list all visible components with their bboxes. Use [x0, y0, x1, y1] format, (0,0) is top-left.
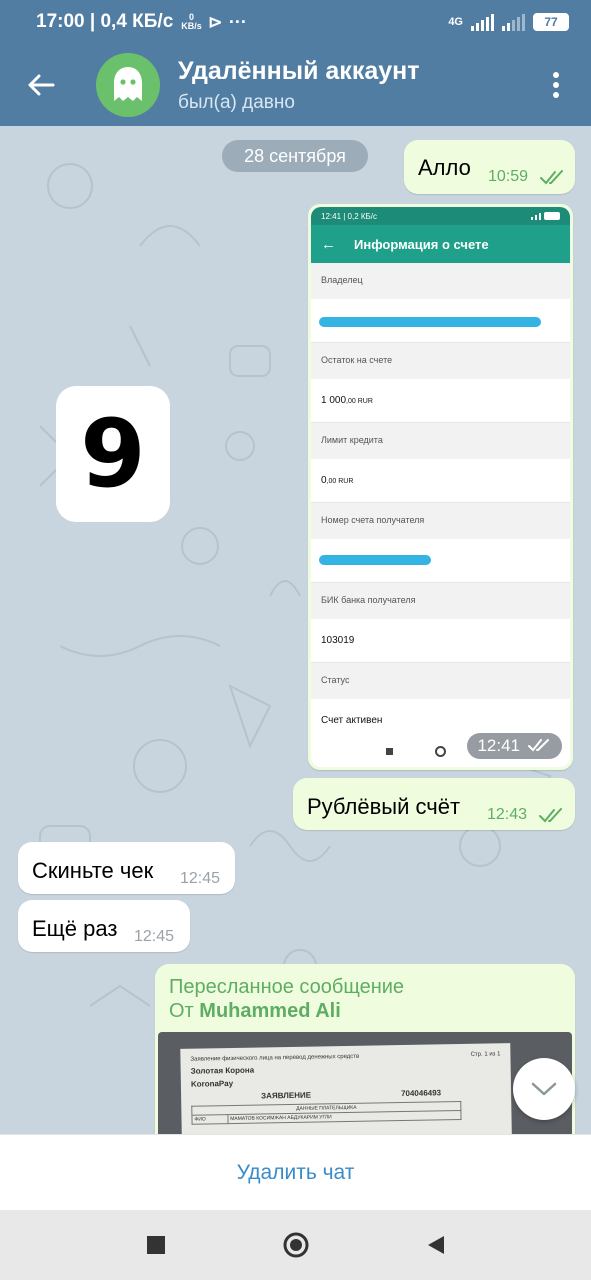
ghost-icon: [114, 67, 142, 101]
receipt-photo[interactable]: Заявление физического лица на перевод де…: [158, 1032, 572, 1134]
network-type: 4G: [448, 16, 463, 28]
doc-title: ЗАЯВЛЕНИЕ: [261, 1090, 312, 1101]
doc-number: 704046493: [400, 1088, 442, 1099]
last-seen: был(а) давно: [178, 91, 295, 113]
shot-status-time: 12:41 | 0,2 КБ/с: [321, 211, 378, 221]
read-checks-icon: [539, 808, 562, 823]
doc-brand2: KoronaPay: [190, 1078, 234, 1089]
forwarded-from: От Muhammed Ali: [169, 1000, 341, 1023]
message-in[interactable]: Скиньте чек 12:45: [18, 842, 235, 894]
field-label-status: Статус: [311, 663, 570, 699]
shot-signal-icon: [531, 212, 541, 220]
read-checks-icon: [528, 739, 549, 752]
message-text: Скиньте чек: [32, 858, 154, 883]
account-info-screenshot: 12:41 | 0,2 КБ/с ← Информация о счете Вл…: [311, 207, 570, 767]
field-value-balance: 1 000,00 RUR: [311, 379, 570, 423]
message-text: Ещё раз: [32, 916, 118, 941]
kbs-bottom: KB/s: [181, 21, 202, 31]
message-time: 12:45: [134, 928, 175, 945]
system-nav-bar: [0, 1210, 591, 1280]
field-label-owner: Владелец: [311, 263, 570, 299]
back-triangle-icon: [427, 1236, 444, 1254]
read-checks-icon: [540, 170, 563, 185]
forwarded-title: Пересланное сообщение: [169, 976, 405, 998]
field-label-credit: Лимит кредита: [311, 423, 570, 459]
doc-header-row: Заявление физического лица на перевод де…: [190, 1051, 500, 1062]
doc-header: Заявление физического лица на перевод де…: [190, 1053, 360, 1063]
field-label-bik: БИК банка получателя: [311, 583, 570, 619]
shot-square-icon: [386, 747, 393, 755]
kebab-menu-icon: [553, 72, 559, 98]
doc-title-row: ЗАЯВЛЕНИЕ 704046493: [191, 1087, 501, 1101]
doc-fio-label: ФИО: [191, 1114, 228, 1125]
cast-icon: ⊳: [207, 11, 223, 32]
field-value-account-number: [311, 539, 570, 583]
balance-cents: ,00 RUR: [346, 398, 373, 405]
field-value-credit: 0,00 RUR: [311, 459, 570, 503]
doc-brand1: Золотая Корона: [190, 1065, 255, 1076]
signal-icon: [471, 13, 494, 31]
kbs-indicator: 0 KB/s: [181, 13, 202, 31]
shot-appbar: ← Информация о счете: [311, 225, 570, 263]
chat-area[interactable]: 28 сентября Алло 10:59 9 12:41 | 0,2 КБ/…: [0, 126, 591, 1134]
back-arrow-icon: [28, 74, 55, 96]
message-time: 10:59: [488, 168, 529, 185]
message-in[interactable]: Ещё раз 12:45: [18, 900, 190, 952]
more-notifications-icon: ···: [228, 11, 247, 32]
message-text: Алло: [418, 155, 471, 180]
field-value-bik: 103019: [311, 619, 570, 663]
shot-back-arrow-icon: ←: [321, 235, 336, 253]
delete-chat-button[interactable]: Удалить чат: [237, 1161, 355, 1185]
field-label-balance: Остаток на счете: [311, 343, 570, 379]
redaction-scribble: [319, 317, 541, 327]
chat-title: Удалённый аккаунт: [178, 56, 420, 85]
message-time: 12:43: [487, 806, 528, 823]
battery-icon: 77: [533, 13, 569, 31]
shot-appbar-title: Информация о счете: [354, 236, 489, 252]
photo-time-badge: 12:41: [467, 733, 562, 759]
message-out[interactable]: Рублёвый счёт 12:43: [293, 778, 575, 830]
field-value-owner: [311, 299, 570, 343]
receipt-paper: Заявление физического лица на перевод де…: [180, 1043, 514, 1134]
photo-time: 12:41: [477, 736, 520, 755]
home-button[interactable]: [276, 1225, 316, 1265]
chat-header: Удалённый аккаунт был(а) давно: [0, 44, 591, 126]
square-icon: [146, 1236, 165, 1254]
balance-amount: 1 000: [321, 395, 347, 406]
chevron-down-icon: [531, 1082, 557, 1096]
scroll-to-bottom-button[interactable]: [513, 1058, 575, 1120]
message-time: 12:45: [180, 870, 221, 887]
status-bar: 17:00 | 0,4 КБ/с 0 KB/s ⊳ ··· 4G 77: [0, 0, 591, 44]
forwarded-from-name[interactable]: Muhammed Ali: [199, 1000, 341, 1022]
doc-page: Стр. 1 из 1: [470, 1051, 501, 1058]
status-time-speed: 17:00 | 0,4 КБ/с: [36, 11, 174, 32]
redaction-scribble: [319, 555, 431, 565]
shot-circle-icon: [435, 745, 446, 757]
signal-icon-2: [502, 13, 525, 31]
recents-button[interactable]: [136, 1225, 176, 1265]
forwarded-message[interactable]: Пересланное сообщение От Muhammed Ali За…: [155, 964, 575, 1134]
back-nav-button[interactable]: [416, 1225, 456, 1265]
message-text: Рублёвый счёт: [307, 794, 461, 819]
delete-chat-bar[interactable]: Удалить чат: [0, 1134, 591, 1210]
back-button[interactable]: [0, 44, 82, 126]
doc-table: ДАННЫЕ ПЛАТЕЛЬЩИКА ФИО МАМАТОВ КОСИМЖАН А…: [191, 1101, 462, 1125]
credit-cents: ,00 RUR: [326, 478, 354, 485]
shot-status-bar: 12:41 | 0,2 КБ/с: [311, 207, 570, 225]
sticker-nine[interactable]: 9: [56, 386, 170, 522]
date-chip: 28 сентября: [222, 140, 368, 172]
message-out[interactable]: Алло 10:59: [404, 140, 575, 194]
more-menu-button[interactable]: [521, 44, 591, 126]
shot-battery-icon: [544, 212, 560, 220]
chat-title-block[interactable]: Удалённый аккаунт был(а) давно: [178, 57, 419, 114]
home-circle-icon: [283, 1232, 308, 1258]
shot-status-icons: [531, 212, 560, 220]
photo-message[interactable]: 12:41 | 0,2 КБ/с ← Информация о счете Вл…: [308, 204, 573, 770]
field-label-account-number: Номер счета получателя: [311, 503, 570, 539]
forwarded-from-prefix: От: [169, 1000, 194, 1022]
avatar[interactable]: [96, 53, 160, 117]
